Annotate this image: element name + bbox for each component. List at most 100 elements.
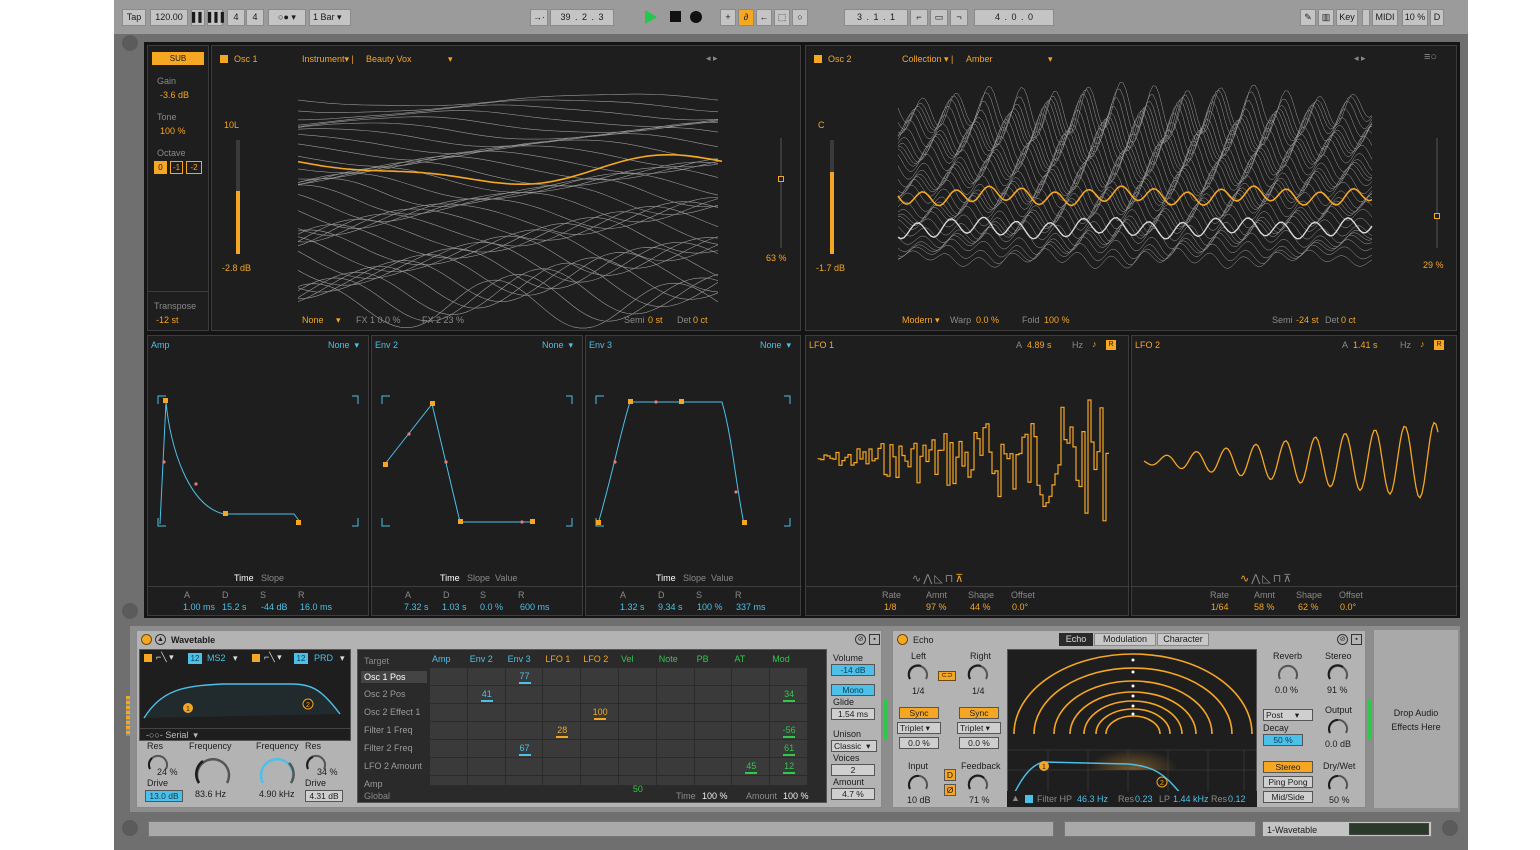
follow-icon[interactable]: →· [530,9,548,26]
filter1-res-value[interactable]: 24 % [157,767,178,777]
matrix-cell[interactable] [732,668,771,686]
output-knob[interactable] [1327,717,1351,737]
filter2-drive-value[interactable]: 4.31 dB [305,790,343,802]
osc2-category-menu[interactable]: Collection ▾ | [902,54,953,65]
osc1-position-value[interactable]: 63 % [766,253,787,263]
filter1-drive-value[interactable]: 13.0 dB [145,790,183,802]
gain-value[interactable]: -3.6 dB [160,90,189,100]
glide-value[interactable]: 1.54 ms [831,708,875,720]
matrix-cell-value[interactable]: 12 [770,761,808,771]
chevron-down-icon[interactable]: ▾ [448,54,453,65]
lfo2-hz-toggle[interactable]: Hz [1400,340,1411,350]
play-icon[interactable] [645,10,657,24]
reverb-position-menu[interactable]: Post ▾ [1263,709,1313,721]
matrix-row-target[interactable]: Filter 2 Freq [364,743,413,753]
signature-numerator[interactable]: 4 [227,9,245,26]
filter2-toggle[interactable] [252,654,260,662]
hot-swap-icon[interactable]: ⊘ [855,634,866,645]
filter1-toggle[interactable] [144,654,152,662]
matrix-cell[interactable] [467,776,506,786]
osc1-fx2-value[interactable]: FX 2 23 % [422,315,464,325]
matrix-cell[interactable] [694,776,733,786]
punch-in-icon[interactable]: ⌐ [910,9,928,26]
matrix-cell[interactable] [770,704,808,722]
matrix-row-target[interactable]: Osc 2 Effect 1 [364,707,420,717]
amount-value[interactable]: 58 % [1254,602,1275,612]
loop-length-field[interactable]: 4 . 0 . 0 [974,9,1054,26]
matrix-cell[interactable] [430,722,468,740]
tab-modulation[interactable]: Modulation [1094,633,1156,646]
osc2-det-value[interactable]: 0 ct [1341,315,1356,325]
unison-amount-value[interactable]: 4.7 % [831,788,875,800]
osc2-fx-mode-menu[interactable]: Modern ▾ [902,315,940,326]
drive-toggle[interactable]: D [944,769,956,781]
matrix-cell-value[interactable]: 45 [732,761,770,771]
matrix-cell[interactable] [505,758,544,776]
tab-value[interactable]: Value [711,573,733,583]
filter1-slope[interactable]: 12 [188,653,202,664]
matrix-row-target[interactable]: Osc 1 Pos [361,671,427,683]
env2-graph[interactable] [372,336,584,576]
track-selector[interactable]: 1-Wavetable [1262,821,1432,837]
dry-wet-value[interactable]: 50 % [1329,795,1350,805]
volume-value[interactable]: -14 dB [831,664,875,676]
invert-toggle[interactable]: Ø [944,784,956,796]
session-record-icon[interactable]: ○ [792,9,808,26]
matrix-amount-value[interactable]: 100 % [783,791,809,801]
transpose-value[interactable]: -12 st [156,315,179,325]
release-value[interactable]: 16.0 ms [300,602,332,612]
echo-tunnel-display[interactable]: 1 2 100 1k 10k [1007,649,1257,805]
matrix-cell[interactable] [694,722,733,740]
octave-minus2-button[interactable]: -2 [186,161,202,174]
matrix-cell[interactable] [581,722,619,740]
right-offset-value[interactable]: 0.0 % [959,737,999,749]
matrix-cell[interactable] [467,704,506,722]
octave-0-button[interactable]: 0 [154,161,167,174]
osc1-toggle[interactable] [220,55,228,63]
left-sync-toggle[interactable]: Sync [899,707,939,719]
matrix-cell[interactable] [467,668,506,686]
offset-value[interactable]: 0.0° [1340,602,1356,612]
punch-out-icon[interactable]: ¬ [950,9,968,26]
mono-toggle[interactable]: Mono [831,684,875,696]
lp-value[interactable]: 1.44 kHz [1173,794,1209,804]
arrangement-position[interactable]: 39 . 2 . 3 [550,9,614,26]
offset-value[interactable]: 0.0° [1012,602,1028,612]
osc1-level-slider[interactable] [236,140,240,254]
decay-value[interactable]: 15.2 s [222,602,247,612]
loop-switch-icon[interactable]: ▭ [930,9,948,26]
matrix-cell[interactable] [656,686,695,704]
osc2-pan-value[interactable]: C [818,120,825,130]
sustain-value[interactable]: -44 dB [261,602,288,612]
sustain-value[interactable]: 100 % [697,602,723,612]
osc1-pan-value[interactable]: 10L [224,120,239,130]
matrix-cell-value[interactable]: 34 [770,689,808,699]
matrix-cell[interactable] [430,776,468,786]
lfo-shape-icons[interactable]: ∿⋀◺⊓⊼ [912,572,965,585]
matrix-cell[interactable] [543,740,582,758]
voices-value[interactable]: 2 [831,764,875,776]
wavetable-nav-icon[interactable]: ◂ ▸ [1354,53,1366,64]
attack-value[interactable]: 1.32 s [620,602,645,612]
filter1-shape-menu[interactable]: ⌐╲ ▾ [156,652,174,663]
matrix-cell[interactable] [581,740,619,758]
lfo2-retrigger-button[interactable]: R [1434,340,1444,350]
chevron-down-icon[interactable]: ▾ [233,653,238,664]
matrix-cell[interactable] [694,758,733,776]
metronome-icon[interactable]: ○● ▾ [268,9,306,26]
tab-echo[interactable]: Echo [1059,633,1093,646]
matrix-cell[interactable] [619,686,657,704]
tab-slope[interactable]: Slope [683,573,706,583]
lfo1-retrigger-button[interactable]: R [1106,340,1116,350]
tab-time[interactable]: Time [440,573,460,583]
tab-character[interactable]: Character [1157,633,1209,646]
matrix-cell[interactable] [770,668,808,686]
osc2-position-slider[interactable] [1434,138,1440,248]
matrix-cell[interactable] [770,776,808,786]
decay-value[interactable]: 1.03 s [442,602,467,612]
osc1-det-value[interactable]: 0 ct [693,315,708,325]
filter2-frequency-knob[interactable] [257,753,297,787]
stereo-knob[interactable] [1327,663,1351,683]
matrix-cell-value[interactable]: 67 [506,743,544,753]
matrix-cell[interactable] [732,722,771,740]
